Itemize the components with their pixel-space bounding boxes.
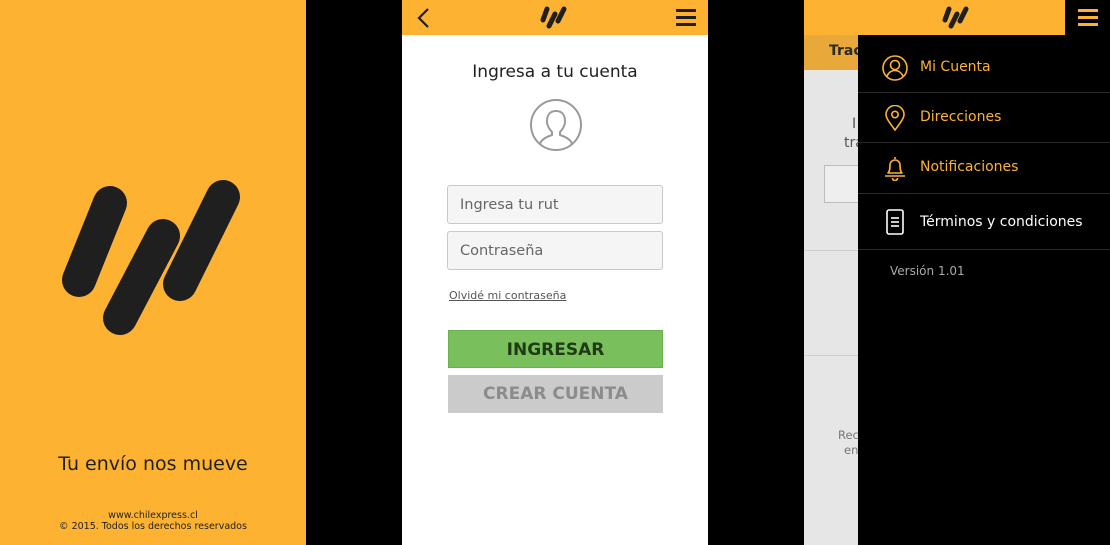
drawer-item-direcciones[interactable]: Direcciones (858, 93, 1110, 143)
menu-screen: Track I tra Rec en Mi Cuenta Direcciones (804, 0, 1110, 545)
tagline: Tu envío nos mueve (58, 453, 248, 475)
drawer-item-label: Notificaciones (920, 159, 1019, 175)
user-avatar-icon (530, 99, 582, 151)
user-icon (882, 55, 908, 81)
map-pin-icon (885, 105, 905, 131)
header-bar (402, 0, 708, 35)
drawer-item-label: Términos y condiciones (920, 214, 1083, 230)
drawer-item-label: Mi Cuenta (920, 59, 991, 75)
hamburger-menu-button[interactable] (1065, 0, 1110, 35)
drawer-item-terminos[interactable]: Términos y condiciones (858, 194, 1110, 250)
website-link: www.chilexpress.cl (108, 510, 198, 521)
rut-input[interactable] (447, 185, 663, 224)
bell-icon (885, 157, 905, 181)
chilexpress-logo-icon (62, 180, 240, 335)
background-text: Rec (838, 428, 859, 442)
background-text: en (844, 443, 859, 457)
forgot-password-link[interactable]: Olvidé mi contraseña (449, 289, 566, 302)
version-text: Versión 1.01 (890, 264, 965, 278)
drawer-item-mi-cuenta[interactable]: Mi Cuenta (858, 43, 1110, 93)
document-icon (886, 209, 904, 235)
hamburger-icon (676, 9, 696, 12)
chevron-left-icon[interactable] (414, 6, 434, 30)
page-title: Ingresa a tu cuenta (472, 62, 638, 82)
background-text: I (852, 116, 857, 132)
login-button[interactable]: INGRESAR (448, 330, 663, 368)
drawer-item-label: Direcciones (920, 109, 1002, 125)
hamburger-menu-button[interactable] (676, 9, 696, 26)
login-screen: Ingresa a tu cuenta Olvidé mi contraseña… (402, 0, 708, 545)
copyright-text: © 2015. Todos los derechos reservados (59, 521, 247, 532)
side-drawer: Mi Cuenta Direcciones Notificaciones Tér… (858, 35, 1110, 545)
create-account-button[interactable]: CREAR CUENTA (448, 375, 663, 413)
chilexpress-logo-icon (540, 6, 567, 29)
chilexpress-logo-icon (942, 6, 969, 29)
drawer-item-notificaciones[interactable]: Notificaciones (858, 143, 1110, 194)
password-input[interactable] (447, 231, 663, 270)
splash-screen: Tu envío nos mueve www.chilexpress.cl © … (0, 0, 306, 545)
hamburger-icon (1078, 9, 1098, 12)
